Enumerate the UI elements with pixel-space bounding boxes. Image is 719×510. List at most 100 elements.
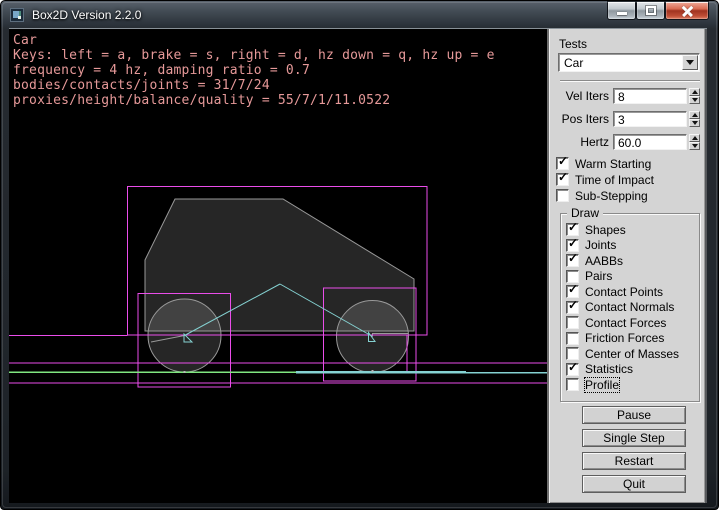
statistics-label: Statistics [585,362,633,376]
stats-line: Car [13,33,495,48]
single-step-button[interactable]: Single Step [582,429,686,447]
center-of-masses-label: Center of Masses [585,347,679,361]
warm-starting-label: Warm Starting [575,157,651,171]
arrow-up-icon [692,113,698,117]
app-window: Box2D Version 2.2.0 [0,0,719,510]
friction-forces-row: Friction Forces [566,332,679,345]
center-of-masses-row: Center of Masses [566,347,679,360]
title-bar[interactable]: Box2D Version 2.2.0 [1,1,718,29]
arrow-up-icon [692,136,698,140]
joints-checkbox[interactable]: ✓ [566,239,579,252]
stats-line: proxies/height/balance/quality = 55/7/1/… [13,93,495,108]
minimize-button[interactable] [607,1,636,20]
aabbs-label: AABBs [585,254,623,268]
time-of-impact-checkbox[interactable]: ✓ [556,173,569,186]
shapes-label: Shapes [585,223,626,237]
stats-line: Keys: left = a, brake = s, right = d, hz… [13,48,495,63]
hertz-label: Hertz [551,135,609,149]
contact-points-row: ✓Contact Points [566,285,679,298]
pos-iters-spin-up[interactable] [689,111,700,119]
minimize-icon [617,12,627,15]
spinner-rows: Vel Iters 8 Pos Iters 3 Hertz 60.0 [551,88,701,157]
tests-combobox-dropdown-button[interactable] [682,55,698,70]
restart-button[interactable]: Restart [582,452,686,470]
shapes-row: ✓ Shapes [566,223,679,236]
warm-starting-checkbox[interactable]: ✓ [556,157,569,170]
stats-block: CarKeys: left = a, brake = s, right = d,… [13,33,495,108]
pos-iters-spinner [689,111,700,127]
warm-starting-row: ✓ Warm Starting [556,157,654,170]
window-controls [607,1,709,20]
panel-separator [560,80,700,82]
time-of-impact-row: ✓ Time of Impact [556,173,654,186]
vel-iters-row: Vel Iters 8 [551,88,701,103]
checkmark-icon: ✓ [568,252,578,265]
friction-forces-label: Friction Forces [585,331,664,345]
simulation-canvas[interactable]: CarKeys: left = a, brake = s, right = d,… [9,29,547,503]
time-of-impact-label: Time of Impact [575,173,654,187]
tests-combobox-value: Car [564,56,583,70]
vel-iters-spin-up[interactable] [689,88,700,96]
sim-checkboxes: ✓ Warm Starting ✓ Time of Impact Sub-Steppin… [556,157,654,205]
maximize-button[interactable] [636,1,665,20]
shapes-checkbox[interactable]: ✓ [566,223,579,236]
contact-forces-row: Contact Forces [566,316,679,329]
profile-row: Profile [566,378,679,391]
quit-button[interactable]: Quit [582,475,686,493]
checkmark-icon: ✓ [558,171,568,184]
profile-checkbox[interactable] [566,378,579,391]
stats-line: frequency = 4 hz, damping ratio = 0.7 [13,63,495,78]
pos-iters-input[interactable]: 3 [613,111,687,127]
hertz-spin-down[interactable] [689,142,700,150]
statistics-checkbox[interactable]: ✓ [566,363,579,376]
window-title: Box2D Version 2.2.0 [32,8,141,22]
close-button[interactable] [665,1,709,20]
pause-button[interactable]: Pause [582,406,686,424]
aabbs-checkbox[interactable]: ✓ [566,254,579,267]
vel-iters-spinner [689,88,700,104]
hertz-row: Hertz 60.0 [551,134,701,149]
pos-iters-label: Pos Iters [551,112,609,126]
arrow-down-icon [692,144,698,148]
arrow-up-icon [692,90,698,94]
checkmark-icon: ✓ [568,221,578,234]
checkmark-icon: ✓ [568,361,578,374]
pairs-checkbox[interactable] [566,270,579,283]
contact-normals-row: ✓ Contact Normals [566,301,679,314]
friction-forces-checkbox[interactable] [566,332,579,345]
pairs-label: Pairs [585,269,612,283]
sub-stepping-checkbox[interactable] [556,189,569,202]
maximize-icon [646,6,656,15]
pairs-row: Pairs [566,270,679,283]
hertz-spinner [689,134,700,150]
hertz-spin-up[interactable] [689,134,700,142]
contact-forces-checkbox[interactable] [566,316,579,329]
pos-iters-row: Pos Iters 3 [551,111,701,126]
contact-normals-label: Contact Normals [585,300,674,314]
close-icon [681,5,694,16]
pos-iters-spin-down[interactable] [689,119,700,127]
contact-forces-label: Contact Forces [585,316,666,330]
checkmark-icon: ✓ [568,299,578,312]
profile-label: Profile [585,378,619,392]
chevron-down-icon [686,60,694,65]
sub-stepping-row: Sub-Stepping [556,189,654,202]
arrow-down-icon [692,121,698,125]
contact-point-left [184,371,186,373]
center-of-masses-checkbox[interactable] [566,347,579,360]
hertz-input[interactable]: 60.0 [613,134,687,150]
tests-label: Tests [559,37,587,51]
statistics-row: ✓ Statistics [566,363,679,376]
tests-combobox[interactable]: Car [558,53,700,72]
vel-iters-input[interactable]: 8 [613,88,687,104]
vel-iters-label: Vel Iters [551,89,609,103]
joints-label: Joints [585,238,616,252]
contact-points-checkbox[interactable]: ✓ [566,285,579,298]
vel-iters-spin-down[interactable] [689,96,700,104]
checkmark-icon: ✓ [558,155,568,168]
contact-point-right [372,370,374,372]
action-buttons: Pause Single Step Restart Quit [582,406,686,493]
contact-normals-checkbox[interactable]: ✓ [566,301,579,314]
stats-line: bodies/contacts/joints = 31/7/24 [13,78,495,93]
draw-checkboxes: ✓ Shapes ✓ Joints ✓ AABBsPairs ✓Contact Points… [566,223,679,394]
